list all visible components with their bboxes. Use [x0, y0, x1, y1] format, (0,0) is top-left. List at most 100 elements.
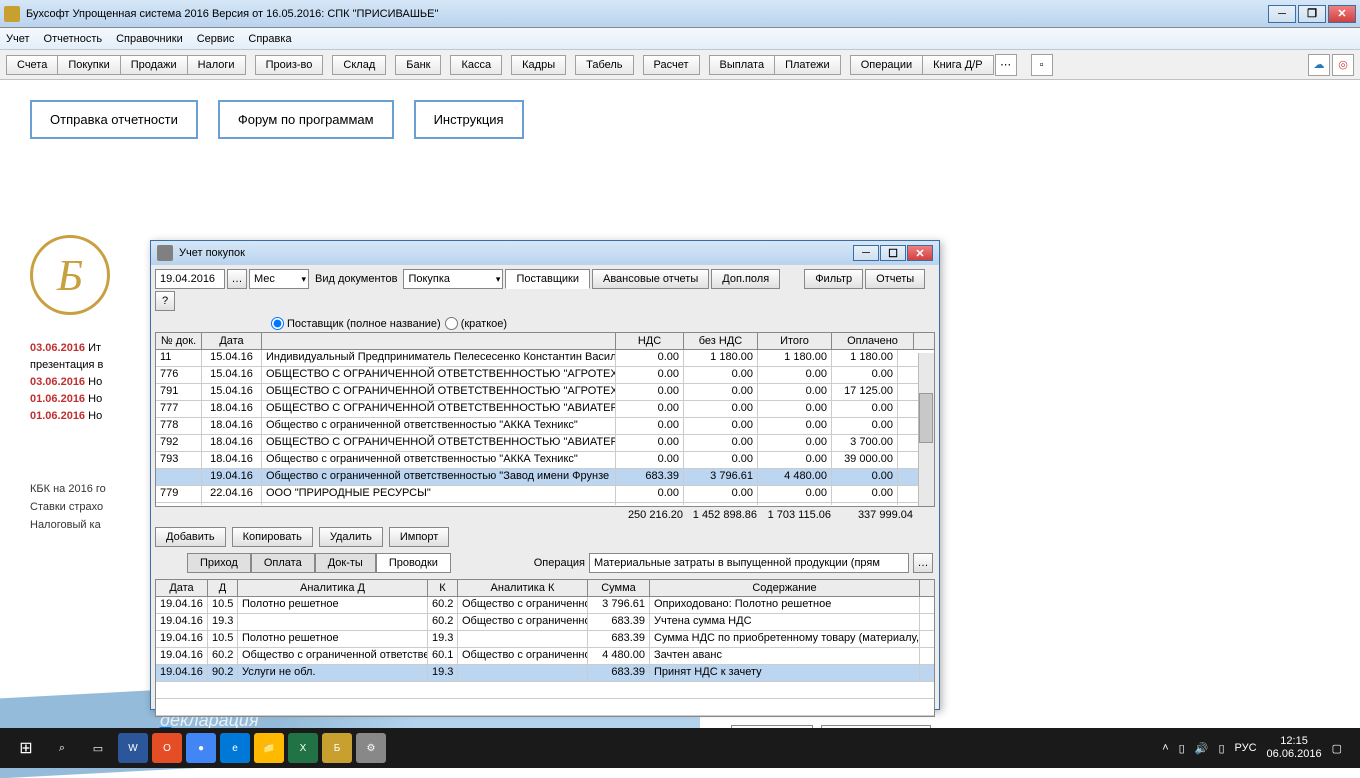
- table-row[interactable]: 77922.04.16ООО "ПРИРОДНЫЕ РЕСУРСЫ"0.000.…: [156, 486, 934, 503]
- tray-network-icon[interactable]: ▯: [1179, 742, 1185, 755]
- radio-short-name[interactable]: (краткое): [445, 317, 507, 330]
- taskbar-app[interactable]: Б: [322, 733, 352, 763]
- tab-advance-reports[interactable]: Авансовые отчеты: [592, 269, 709, 289]
- tray-chevron-icon[interactable]: ˄: [1162, 742, 1168, 754]
- tb-platezhi[interactable]: Платежи: [774, 55, 841, 75]
- btn-forum[interactable]: Форум по программам: [218, 100, 394, 139]
- table-row[interactable]: 79318.04.16Общество с ограниченной ответ…: [156, 452, 934, 469]
- menu-spravochniki[interactable]: Справочники: [116, 33, 183, 45]
- taskbar-app[interactable]: 📁: [254, 733, 284, 763]
- table-row[interactable]: 77818.04.16Общество с ограниченной ответ…: [156, 418, 934, 435]
- app-icon: [4, 6, 20, 22]
- detail-row[interactable]: 19.04.1690.2Услуги не обл.19.3683.39Прин…: [156, 665, 934, 682]
- table-row[interactable]: 79422.04.16ООО "ПРИРОДНЫЕ РЕСУРСЫ"0.000.…: [156, 503, 934, 505]
- dlg-maximize-button[interactable]: ☐: [880, 245, 906, 261]
- operation-input[interactable]: [589, 553, 909, 573]
- col-itogo[interactable]: Итого: [758, 333, 832, 349]
- tb-sklad[interactable]: Склад: [332, 55, 386, 75]
- tb-prodazhi[interactable]: Продажи: [120, 55, 188, 75]
- tab-dokty[interactable]: Док-ты: [315, 553, 376, 573]
- reports-button[interactable]: Отчеты: [865, 269, 925, 289]
- col-supplier[interactable]: [262, 333, 616, 349]
- tb-cloud-icon[interactable]: ☁: [1308, 54, 1330, 76]
- tb-vyplata[interactable]: Выплата: [709, 55, 776, 75]
- taskbar-app[interactable]: O: [152, 733, 182, 763]
- col-oplacheno[interactable]: Оплачено: [832, 333, 914, 349]
- tray-notifications-icon[interactable]: ▢: [1332, 742, 1342, 755]
- tb-kniga[interactable]: Книга Д/Р: [922, 55, 993, 75]
- copy-button[interactable]: Копировать: [232, 527, 313, 547]
- radio-full-name[interactable]: Поставщик (полное название): [271, 317, 441, 330]
- tb-bank[interactable]: Банк: [395, 55, 441, 75]
- close-button[interactable]: ✕: [1328, 5, 1356, 23]
- detail-row[interactable]: 19.04.1610.5Полотно решетное19.3683.39Су…: [156, 631, 934, 648]
- tb-config-icon[interactable]: ⋯: [995, 54, 1017, 76]
- dlg-minimize-button[interactable]: ─: [853, 245, 879, 261]
- search-icon[interactable]: ⌕: [44, 732, 80, 764]
- tb-tabel[interactable]: Табель: [575, 55, 633, 75]
- filter-button[interactable]: Фильтр: [804, 269, 863, 289]
- taskbar-app[interactable]: X: [288, 733, 318, 763]
- help-button[interactable]: ?: [155, 291, 175, 311]
- tb-nalogi[interactable]: Налоги: [187, 55, 246, 75]
- menu-uchet[interactable]: Учет: [6, 33, 30, 45]
- scrollbar[interactable]: [918, 353, 934, 507]
- table-row[interactable]: 19.04.16Общество с ограниченной ответств…: [156, 469, 934, 486]
- tb-kassa[interactable]: Касса: [450, 55, 502, 75]
- col-beznds[interactable]: без НДС: [684, 333, 758, 349]
- tab-prihod[interactable]: Приход: [187, 553, 251, 573]
- minimize-button[interactable]: ─: [1268, 5, 1296, 23]
- table-row[interactable]: 79218.04.16ОБЩЕСТВО С ОГРАНИЧЕННОЙ ОТВЕТ…: [156, 435, 934, 452]
- detail-row[interactable]: 19.04.1610.5Полотно решетное60.2Общество…: [156, 597, 934, 614]
- tab-oplata[interactable]: Оплата: [251, 553, 315, 573]
- tab-extra-fields[interactable]: Доп.поля: [711, 269, 780, 289]
- tb-scheta[interactable]: Счета: [6, 55, 58, 75]
- dialog-title-bar[interactable]: Учет покупок ─ ☐ ✕: [151, 241, 939, 265]
- tray-volume-icon[interactable]: 🔊: [1195, 742, 1209, 755]
- date-picker-btn[interactable]: …: [227, 269, 247, 289]
- operation-lookup-btn[interactable]: …: [913, 553, 933, 573]
- dlg-close-button[interactable]: ✕: [907, 245, 933, 261]
- btn-instruction[interactable]: Инструкция: [414, 100, 524, 139]
- menu-otchetnost[interactable]: Отчетность: [44, 33, 103, 45]
- table-row[interactable]: 77615.04.16ОБЩЕСТВО С ОГРАНИЧЕННОЙ ОТВЕТ…: [156, 367, 934, 384]
- menu-servis[interactable]: Сервис: [197, 33, 235, 45]
- period-select[interactable]: Мес: [249, 269, 309, 289]
- tb-operacii[interactable]: Операции: [850, 55, 923, 75]
- import-button[interactable]: Импорт: [389, 527, 449, 547]
- table-row[interactable]: 79115.04.16ОБЩЕСТВО С ОГРАНИЧЕННОЙ ОТВЕТ…: [156, 384, 934, 401]
- book-icon: [157, 245, 173, 261]
- taskview-icon[interactable]: ▭: [80, 732, 116, 764]
- col-docnum[interactable]: № док.: [156, 333, 202, 349]
- doc-type-select[interactable]: Покупка: [403, 269, 503, 289]
- tb-ring-icon[interactable]: ◎: [1332, 54, 1354, 76]
- tray-flag-icon[interactable]: ▯: [1218, 742, 1224, 755]
- col-nds[interactable]: НДС: [616, 333, 684, 349]
- detail-row[interactable]: 19.04.1619.360.2Общество с ограниченно68…: [156, 614, 934, 631]
- tray-clock[interactable]: 12:15 06.06.2016: [1267, 735, 1322, 761]
- btn-send-reports[interactable]: Отправка отчетности: [30, 100, 198, 139]
- taskbar-app[interactable]: e: [220, 733, 250, 763]
- detail-row[interactable]: 19.04.1660.2Общество с ограниченной отве…: [156, 648, 934, 665]
- tb-extra-icon[interactable]: ▫: [1031, 54, 1053, 76]
- table-row[interactable]: 1115.04.16Индивидуальный Предприниматель…: [156, 350, 934, 367]
- taskbar-app[interactable]: ⚙: [356, 733, 386, 763]
- col-date[interactable]: Дата: [202, 333, 262, 349]
- tb-proizvo[interactable]: Произ-во: [255, 55, 324, 75]
- restore-button[interactable]: ❐: [1298, 5, 1326, 23]
- table-row[interactable]: 77718.04.16ОБЩЕСТВО С ОГРАНИЧЕННОЙ ОТВЕТ…: [156, 401, 934, 418]
- tray-lang[interactable]: РУС: [1235, 742, 1257, 754]
- tab-suppliers[interactable]: Поставщики: [505, 269, 590, 289]
- tab-provodki[interactable]: Проводки: [376, 553, 451, 573]
- tb-kadry[interactable]: Кадры: [511, 55, 566, 75]
- app-title: Бухсофт Упрощенная система 2016 Версия о…: [26, 8, 1268, 20]
- delete-button[interactable]: Удалить: [319, 527, 383, 547]
- tb-pokupki[interactable]: Покупки: [57, 55, 120, 75]
- tb-raschet[interactable]: Расчет: [643, 55, 700, 75]
- taskbar-app[interactable]: ●: [186, 733, 216, 763]
- start-button[interactable]: ⊞: [8, 732, 44, 764]
- add-button[interactable]: Добавить: [155, 527, 226, 547]
- menu-spravka[interactable]: Справка: [248, 33, 291, 45]
- date-input[interactable]: [155, 269, 225, 289]
- taskbar-app[interactable]: W: [118, 733, 148, 763]
